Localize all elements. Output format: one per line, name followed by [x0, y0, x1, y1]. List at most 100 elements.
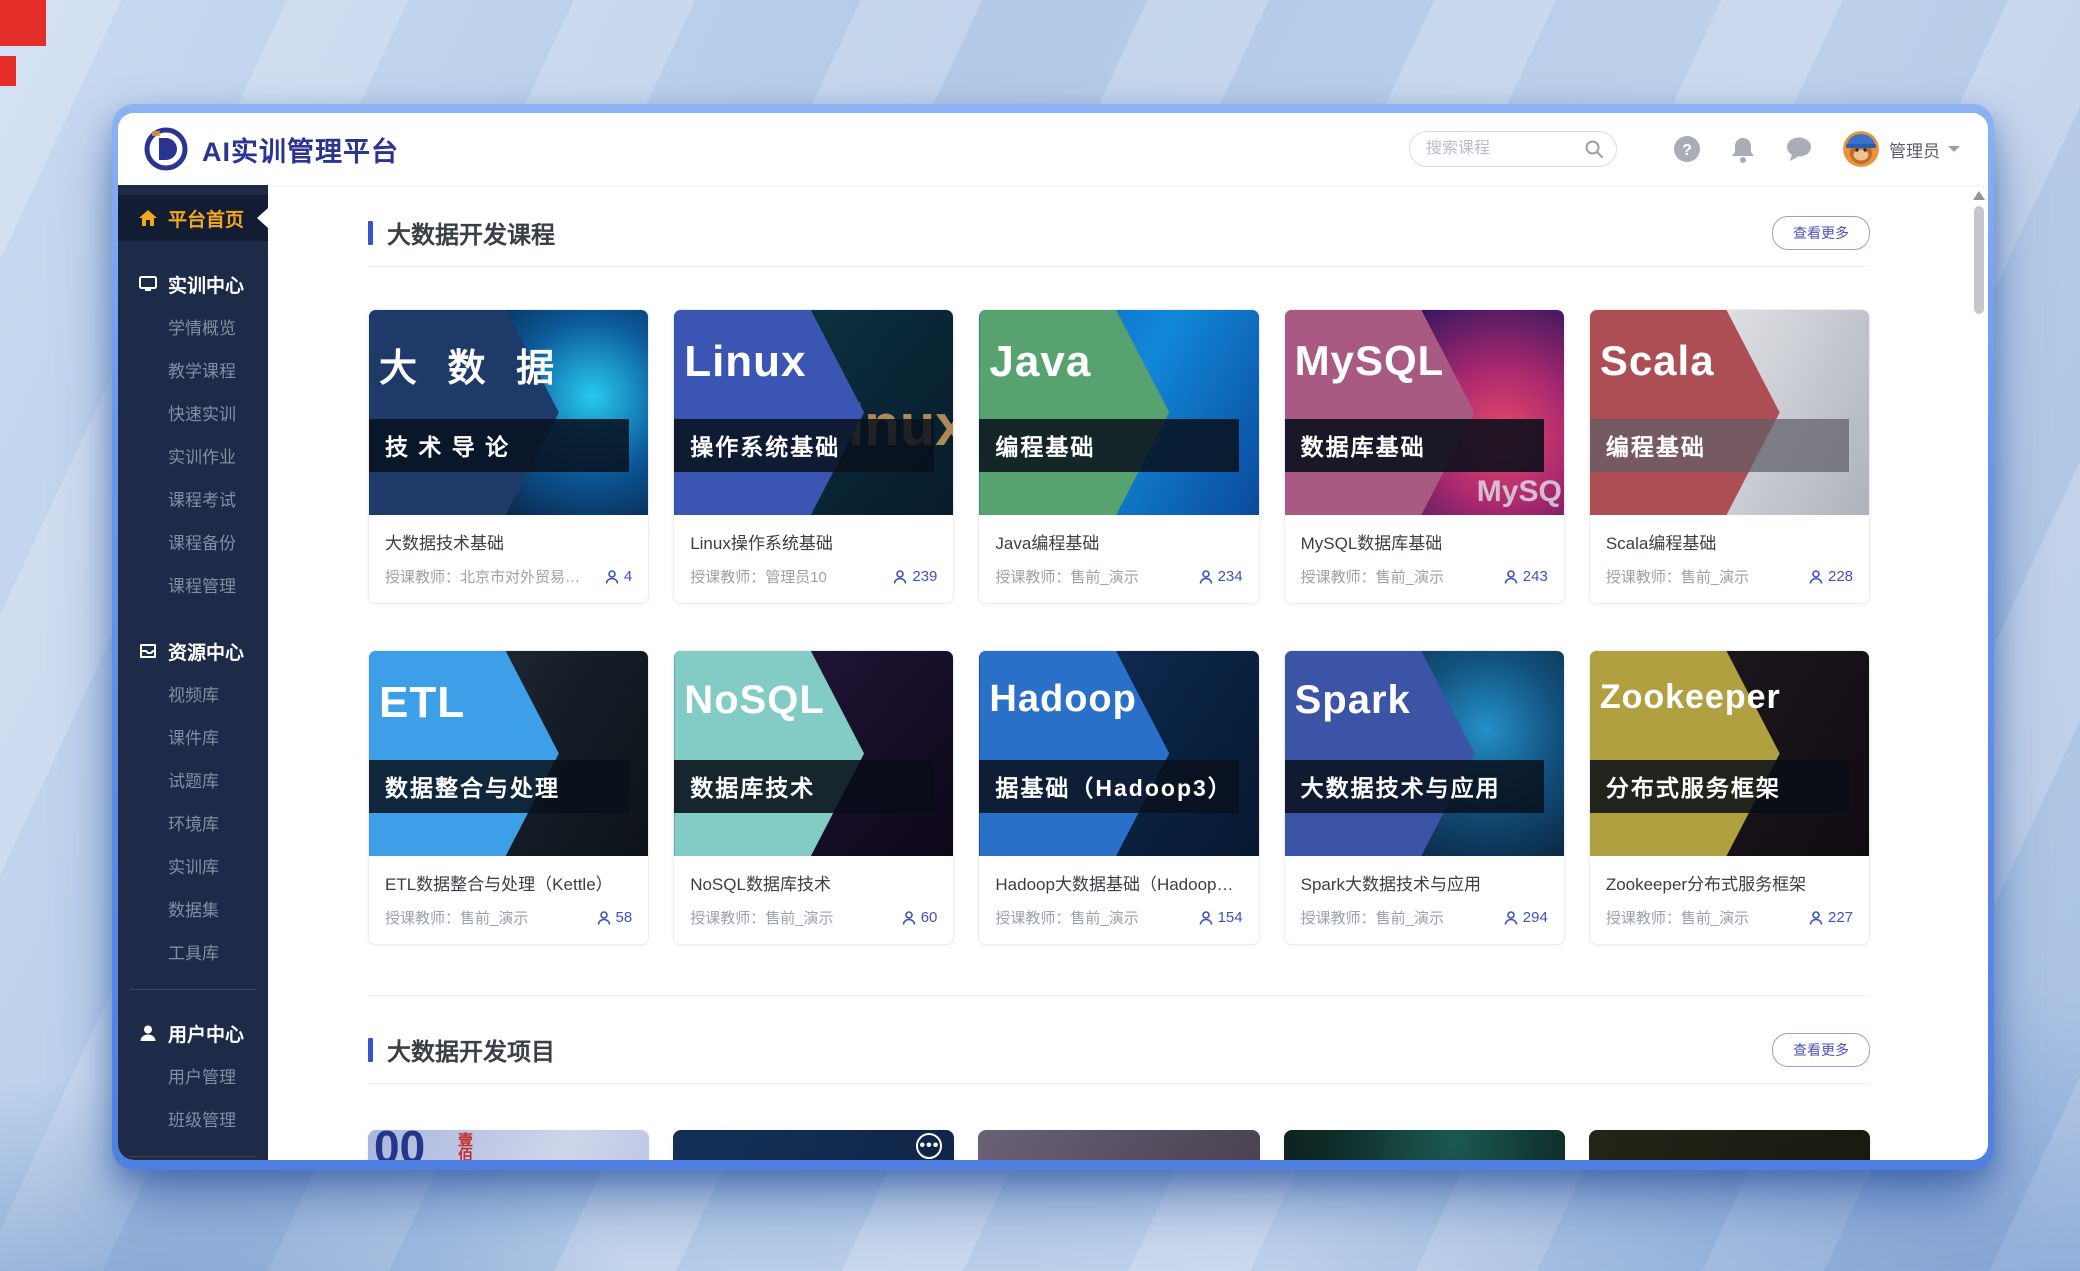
course-card[interactable]: Linux操作系统基础LinuxLinux操作系统基础授课教师：管理员10239: [673, 309, 954, 604]
app-window: AI实训管理平台 ?: [118, 113, 1988, 1160]
course-student-count: 243: [1503, 568, 1548, 585]
course-card[interactable]: 编程基础JavaJava编程基础授课教师：售前_演示234: [978, 309, 1259, 604]
user-icon: [138, 1023, 158, 1043]
project-thumbnail: [1284, 1130, 1565, 1160]
user-name[interactable]: 管理员: [1889, 137, 1940, 162]
thumbnail-title-text: Linux: [684, 337, 806, 387]
sidebar-item[interactable]: 数据集: [118, 889, 268, 932]
course-title: 大数据技术基础: [385, 529, 632, 554]
course-info: ETL数据整合与处理（Kettle）授课教师：售前_演示58: [369, 856, 648, 944]
thumbnail-title-text: Zookeeper: [1600, 678, 1781, 717]
divider: [130, 1156, 256, 1157]
section-header-courses: 大数据开发课程 查看更多: [368, 215, 1870, 250]
view-more-button[interactable]: 查看更多: [1772, 216, 1870, 250]
project-card[interactable]: 大数据开发案例: [1589, 1130, 1870, 1160]
sidebar-section-label: 资源中心: [168, 638, 244, 665]
search-icon[interactable]: [1584, 139, 1604, 159]
course-student-count: 60: [901, 909, 938, 926]
project-thumbnail: [1589, 1130, 1870, 1160]
course-card[interactable]: 大数据技术与应用SparkSpark大数据技术与应用授课教师：售前_演示294: [1284, 650, 1565, 945]
sidebar-item[interactable]: 课件库: [118, 717, 268, 760]
person-count-icon: [596, 910, 612, 926]
sidebar-item[interactable]: 课程备份: [118, 522, 268, 565]
course-info: MySQL数据库基础授课教师：售前_演示243: [1285, 515, 1564, 603]
sidebar-item[interactable]: 工具库: [118, 932, 268, 975]
course-card[interactable]: 技 术 导 论大 数 据大数据技术基础授课教师：北京市对外贸易学校教...4: [368, 309, 649, 604]
chevron-down-icon[interactable]: [1948, 146, 1960, 158]
svg-text:?: ?: [1682, 142, 1692, 159]
person-count-icon: [1503, 569, 1519, 585]
person-count-icon: [901, 910, 917, 926]
course-thumbnail: Linux操作系统基础Linux: [674, 310, 953, 515]
browser-window-frame: AI实训管理平台 ?: [112, 104, 1994, 1170]
course-grid-row2: 数据整合与处理ETLETL数据整合与处理（Kettle）授课教师：售前_演示58…: [368, 650, 1870, 945]
sidebar-section-2[interactable]: 资源中心: [118, 628, 268, 674]
search-input[interactable]: [1426, 140, 1584, 158]
sidebar: 平台首页 实训中心学情概览教学课程快速实训实训作业课程考试课程备份课程管理资源中…: [118, 185, 268, 1160]
sidebar-item[interactable]: 视频库: [118, 674, 268, 717]
sidebar-item[interactable]: 实训库: [118, 846, 268, 889]
project-card[interactable]: 00壹佰大数据开发案例: [368, 1130, 649, 1160]
course-teacher: 授课教师：北京市对外贸易学校教...: [385, 566, 594, 587]
scroll-up-arrow-icon[interactable]: [1973, 191, 1985, 200]
course-teacher: 授课教师：售前_演示: [995, 907, 1187, 928]
scrollbar-thumb[interactable]: [1974, 206, 1984, 314]
thumbnail-subtitle-band: 数据整合与处理: [369, 760, 629, 813]
course-thumbnail: 大数据技术与应用Spark: [1285, 651, 1564, 856]
section-accent-bar: [368, 1038, 373, 1062]
sidebar-section-label: 实训中心: [168, 271, 244, 298]
sidebar-item[interactable]: 课程管理: [118, 565, 268, 608]
divider: [130, 989, 256, 990]
sidebar-section-3[interactable]: 用户中心: [118, 1010, 268, 1056]
sidebar-item[interactable]: 教学课程: [118, 350, 268, 393]
course-card[interactable]: 数据库技术NoSQLNoSQL数据库技术授课教师：售前_演示60: [673, 650, 954, 945]
thumbnail-title-text: MySQL: [1295, 337, 1445, 385]
user-avatar[interactable]: [1843, 131, 1879, 167]
course-card[interactable]: 编程基础ScalaScala编程基础授课教师：售前_演示228: [1589, 309, 1870, 604]
course-teacher: 授课教师：管理员10: [690, 566, 882, 587]
desktop-red-mark: [0, 56, 16, 86]
search-box[interactable]: [1409, 131, 1617, 167]
project-thumbnail: 00壹佰: [368, 1130, 649, 1160]
project-card[interactable]: 大数据开发案例: [1284, 1130, 1565, 1160]
course-card[interactable]: 据基础（Hadoop3）HadoopHadoop大数据基础（Hadoop3）授课…: [978, 650, 1259, 945]
sidebar-item[interactable]: 学情概览: [118, 307, 268, 350]
project-card[interactable]: •••大数据开发案例: [673, 1130, 954, 1160]
course-thumbnail: MySQ数据库基础MySQL: [1285, 310, 1564, 515]
sidebar-item-home[interactable]: 平台首页: [118, 195, 268, 241]
sidebar-item[interactable]: 班级管理: [118, 1099, 268, 1142]
sidebar-section-1[interactable]: 实训中心: [118, 261, 268, 307]
thumbnail-subtitle-band: 大数据技术与应用: [1285, 760, 1545, 813]
person-count-icon: [604, 569, 620, 585]
scrollbar[interactable]: [1972, 187, 1986, 1160]
course-teacher: 授课教师：售前_演示: [385, 907, 586, 928]
thumbnail-subtitle-band: 据基础（Hadoop3）: [979, 760, 1239, 813]
course-student-count: 227: [1808, 909, 1853, 926]
message-icon[interactable]: [1784, 134, 1814, 164]
course-card[interactable]: 数据整合与处理ETLETL数据整合与处理（Kettle）授课教师：售前_演示58: [368, 650, 649, 945]
sidebar-item[interactable]: 课程考试: [118, 479, 268, 522]
sidebar-item[interactable]: 用户管理: [118, 1056, 268, 1099]
notification-bell-icon[interactable]: [1728, 134, 1758, 164]
sidebar-item[interactable]: 环境库: [118, 803, 268, 846]
course-card[interactable]: 分布式服务框架ZookeeperZookeeper分布式服务框架授课教师：售前_…: [1589, 650, 1870, 945]
sidebar-item[interactable]: 实训作业: [118, 436, 268, 479]
view-more-button[interactable]: 查看更多: [1772, 1033, 1870, 1067]
project-thumbnail: •••: [673, 1130, 954, 1160]
course-info: Java编程基础授课教师：售前_演示234: [979, 515, 1258, 603]
section-title: 大数据开发课程: [387, 215, 555, 250]
course-card[interactable]: MySQ数据库基础MySQLMySQL数据库基础授课教师：售前_演示243: [1284, 309, 1565, 604]
course-student-count: 228: [1808, 568, 1853, 585]
thumbnail-tag-text: 壹佰: [454, 1132, 475, 1160]
sidebar-item[interactable]: 试题库: [118, 760, 268, 803]
project-card[interactable]: 大数据开发案例: [978, 1130, 1259, 1160]
thumbnail-title-text: NoSQL: [684, 678, 825, 723]
sidebar-item[interactable]: 快速实训: [118, 393, 268, 436]
course-teacher: 授课教师：售前_演示: [1606, 566, 1798, 587]
desktop-red-mark: [0, 0, 46, 46]
course-title: Scala编程基础: [1606, 529, 1853, 554]
help-icon[interactable]: ?: [1672, 134, 1702, 164]
course-student-count: 58: [596, 909, 633, 926]
course-info: NoSQL数据库技术授课教师：售前_演示60: [674, 856, 953, 944]
course-student-count: 239: [892, 568, 937, 585]
